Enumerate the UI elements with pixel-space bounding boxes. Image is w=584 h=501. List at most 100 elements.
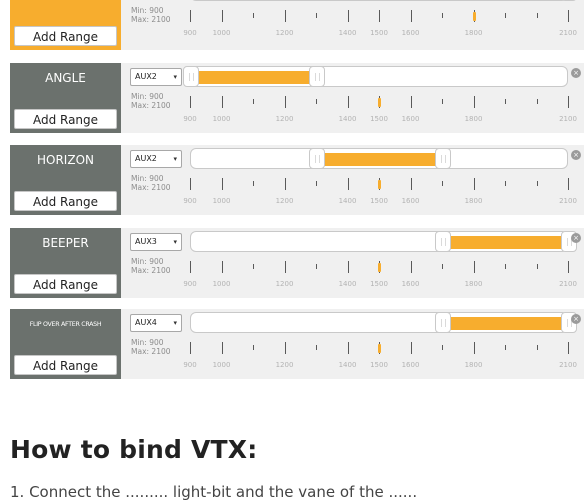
scale-label: 1500 (370, 280, 388, 288)
scale-tick (190, 261, 191, 273)
scale-tick (284, 96, 286, 108)
range-slider[interactable] (190, 148, 568, 169)
range-slider[interactable] (190, 312, 577, 333)
mode-panel: ANGLE Add Range AUX2 ▾ Min: 900 Max: 2100 × 900… (10, 63, 584, 133)
aux-channel-value: AUX2 (135, 154, 157, 163)
aux-channel-select[interactable]: AUX2 ▾ (130, 150, 182, 168)
range-slider[interactable] (190, 231, 577, 252)
scale-label: 1000 (212, 280, 231, 288)
scale-label: 1800 (464, 115, 483, 123)
scale-tick (568, 10, 569, 22)
add-range-button[interactable]: Add Range (14, 274, 117, 294)
range-start-handle[interactable] (340, 0, 357, 1)
scale-tick (410, 96, 412, 108)
aux-channel-value: AUX2 (135, 72, 157, 81)
remove-range-icon[interactable]: × (571, 314, 581, 324)
range-fill (443, 317, 569, 330)
scale-label: 1400 (338, 280, 357, 288)
scale-tick (536, 99, 538, 104)
scale-label: 1800 (464, 280, 483, 288)
mode-label-block: Add Range (10, 0, 121, 50)
scale-tick (284, 342, 286, 354)
min-max-info: Min: 900 Max: 2100 (131, 338, 171, 356)
add-range-button[interactable]: Add Range (14, 191, 117, 211)
mode-panel: FLIP OVER AFTER CRASH Add Range AUX4 ▾ Min: … (10, 309, 584, 379)
scale-tick (473, 178, 475, 190)
scale-label: 1800 (464, 29, 483, 37)
scale-tick (379, 10, 380, 22)
add-range-button[interactable]: Add Range (14, 26, 117, 46)
scale-label: 1600 (401, 29, 420, 37)
remove-range-icon[interactable]: × (571, 233, 581, 243)
scale-label: 1600 (401, 361, 420, 369)
scale-tick (221, 261, 223, 273)
range-end-handle[interactable] (561, 0, 577, 1)
scale-tick (253, 99, 254, 104)
add-range-button[interactable]: Add Range (14, 355, 117, 375)
scale-label: 1000 (212, 115, 231, 123)
max-label: Max: 2100 (131, 347, 171, 356)
scale-tick (473, 96, 475, 108)
range-scale: 900 1000 1200 1400 1500 1600 1800 2100 (183, 342, 577, 372)
scale-tick (568, 178, 569, 190)
scale-label: 1200 (275, 280, 294, 288)
aux-channel-select[interactable]: AUX3 ▾ (130, 233, 182, 251)
range-start-handle[interactable] (435, 231, 451, 252)
chevron-down-icon: ▾ (173, 238, 177, 246)
scale-tick (505, 181, 506, 186)
scale-tick (221, 342, 223, 354)
range-scale: 900 1000 1200 1400 1500 1600 1800 2100 (183, 96, 577, 126)
scale-tick (190, 10, 191, 22)
scale-label: 1200 (275, 115, 294, 123)
scale-tick (505, 99, 506, 104)
scale-label: 900 (183, 197, 197, 205)
scale-label: 1200 (275, 29, 294, 37)
remove-range-icon[interactable]: × (571, 150, 581, 160)
mode-panel: HORIZON Add Range AUX2 ▾ Min: 900 Max: 2100 × 9… (10, 145, 584, 215)
scale-tick (221, 96, 223, 108)
max-label: Max: 2100 (131, 183, 171, 192)
scale-tick (190, 96, 191, 108)
range-slider[interactable] (183, 66, 568, 87)
mode-label-block: BEEPER Add Range (10, 228, 121, 298)
range-start-handle[interactable] (309, 148, 325, 169)
add-range-button[interactable]: Add Range (14, 109, 117, 129)
range-end-handle[interactable] (435, 148, 451, 169)
scale-label: 1200 (275, 197, 294, 205)
aux-channel-select[interactable]: AUX4 ▾ (130, 314, 182, 332)
range-start-handle[interactable] (183, 66, 199, 87)
channel-value-marker (378, 98, 381, 107)
scale-tick (442, 181, 443, 186)
min-label: Min: 900 (131, 6, 164, 15)
scale-tick (536, 345, 538, 350)
aux-channel-select[interactable]: AUX2 ▾ (130, 68, 182, 86)
scale-tick (410, 10, 412, 22)
range-start-handle[interactable] (435, 312, 451, 333)
scale-tick (284, 10, 286, 22)
scale-tick (442, 264, 443, 269)
range-fill (443, 236, 569, 249)
min-label: Min: 900 (131, 92, 164, 101)
scale-tick (505, 264, 506, 269)
scale-tick (347, 178, 349, 190)
instruction-paragraph: 1. Connect the ......... light-bit and t… (10, 483, 418, 501)
max-label: Max: 2100 (131, 15, 171, 24)
scale-tick (410, 342, 412, 354)
scale-label: 900 (183, 361, 197, 369)
channel-value-marker (472, 12, 476, 21)
scale-tick (316, 181, 317, 186)
scale-label: 1600 (401, 280, 420, 288)
range-slider[interactable] (190, 0, 577, 1)
scale-tick (442, 345, 443, 350)
range-end-handle[interactable] (309, 66, 325, 87)
scale-label: 1800 (464, 361, 483, 369)
scale-tick (568, 261, 569, 273)
scale-label: 1500 (370, 361, 388, 369)
scale-tick (410, 261, 412, 273)
scale-label: 1000 (212, 197, 231, 205)
max-label: Max: 2100 (131, 101, 171, 110)
max-label: Max: 2100 (131, 266, 171, 275)
remove-range-icon[interactable]: × (571, 68, 581, 78)
scale-tick (316, 264, 317, 269)
range-scale: 900 1000 1200 1400 1500 1600 1800 2100 (183, 261, 577, 291)
